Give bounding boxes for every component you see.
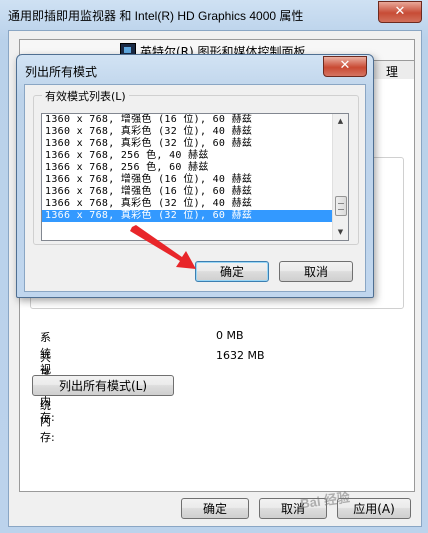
dialog-title: 列出所有模式 — [25, 65, 98, 79]
scroll-up-icon[interactable]: ▲ — [333, 114, 348, 129]
info-value: 1632 MB — [216, 349, 265, 362]
info-value: 0 MB — [216, 329, 244, 342]
valid-modes-group: 有效模式列表(L) 1360 x 768, 增强色 (16 位), 60 赫兹 1… — [33, 88, 359, 245]
dialog-ok-button[interactable]: 确定 — [195, 261, 269, 282]
mode-list: 1360 x 768, 增强色 (16 位), 60 赫兹 1360 x 768,… — [42, 114, 348, 222]
list-item[interactable]: 1360 x 768, 真彩色 (32 位), 40 赫兹 — [42, 126, 348, 138]
list-item[interactable]: 1366 x 768, 真彩色 (32 位), 40 赫兹 — [42, 198, 348, 210]
list-item[interactable]: 1366 x 768, 增强色 (16 位), 40 赫兹 — [42, 174, 348, 186]
tab-management-peek[interactable]: 理 — [386, 63, 398, 80]
list-item[interactable]: 1366 x 768, 256 色, 40 赫兹 — [42, 150, 348, 162]
window-title: 通用即插即用监视器 和 Intel(R) HD Graphics 4000 属性 — [8, 9, 304, 23]
list-item[interactable]: 1366 x 768, 增强色 (16 位), 60 赫兹 — [42, 186, 348, 198]
list-item[interactable]: 1366 x 768, 256 色, 60 赫兹 — [42, 162, 348, 174]
dialog-cancel-button[interactable]: 取消 — [279, 261, 353, 282]
scroll-thumb[interactable] — [335, 196, 347, 216]
list-item[interactable]: 1360 x 768, 真彩色 (32 位), 60 赫兹 — [42, 138, 348, 150]
info-label: 共享系统内存: — [40, 351, 55, 444]
window-close-button[interactable]: ✕ — [378, 1, 422, 23]
listbox-scrollbar[interactable]: ▲ ▼ — [332, 114, 348, 240]
ok-button[interactable]: 确定 — [181, 498, 249, 519]
scroll-down-icon[interactable]: ▼ — [333, 225, 348, 240]
valid-modes-listbox[interactable]: 1360 x 768, 增强色 (16 位), 60 赫兹 1360 x 768,… — [41, 113, 349, 241]
dialog-close-button[interactable]: ✕ — [323, 56, 367, 77]
red-annotation-arrow-icon — [130, 225, 196, 269]
list-all-modes-button[interactable]: 列出所有模式(L) — [32, 375, 174, 396]
valid-modes-label: 有效模式列表(L) — [42, 88, 129, 104]
list-item[interactable]: 1360 x 768, 增强色 (16 位), 60 赫兹 — [42, 114, 348, 126]
list-item[interactable]: 1366 x 768, 真彩色 (32 位), 60 赫兹 — [42, 210, 348, 222]
